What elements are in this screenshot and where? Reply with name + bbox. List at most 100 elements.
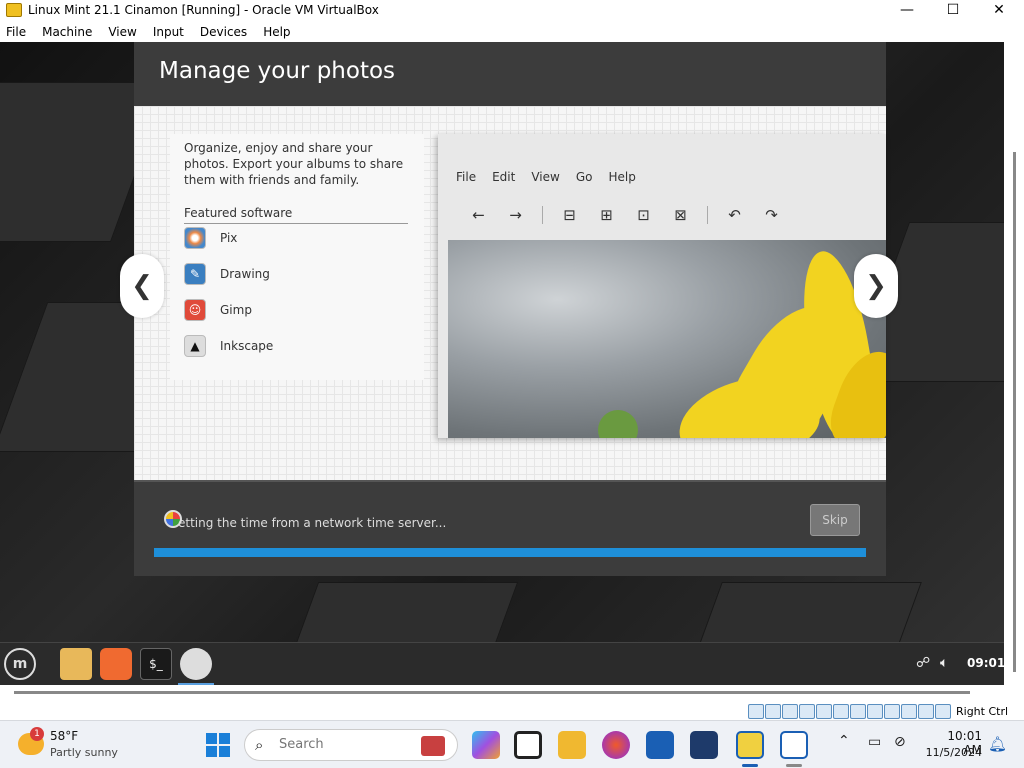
preview-menu-help: Help <box>608 170 636 184</box>
install-status-text: etting the time from a network time serv… <box>178 516 447 530</box>
host-key-label: Right Ctrl <box>956 705 1009 718</box>
weather-badge: 1 <box>30 727 44 741</box>
featured-software-label: Featured software <box>184 206 408 224</box>
installer-disc-icon[interactable] <box>180 648 212 680</box>
volume-icon[interactable]: 🔈︎ <box>940 655 948 671</box>
zoom-in-icon: ⊞ <box>600 206 613 224</box>
keyboard-icon[interactable] <box>935 704 951 719</box>
software-item-drawing[interactable]: ✎ Drawing <box>184 262 270 286</box>
software-label: Drawing <box>220 267 270 281</box>
mouse-integration-icon[interactable] <box>918 704 934 719</box>
progress-fill <box>154 548 866 557</box>
vm-display[interactable]: Manage your photos Organize, enjoy and s… <box>0 42 1004 685</box>
hard-disk-icon[interactable] <box>748 704 764 719</box>
network-adapter-icon[interactable] <box>799 704 815 719</box>
skip-button[interactable]: Skip <box>810 504 860 536</box>
display-icon[interactable] <box>850 704 866 719</box>
vertical-scrollbar[interactable] <box>1004 42 1024 685</box>
search-icon: ⌕ <box>255 736 264 754</box>
menu-help[interactable]: Help <box>263 25 290 39</box>
task-view-icon[interactable] <box>514 731 542 759</box>
search-input[interactable] <box>279 737 419 752</box>
dialog-header: Manage your photos <box>134 42 886 106</box>
software-label: Pix <box>220 231 238 245</box>
zoom-fit-icon: ⊠ <box>674 206 687 224</box>
notification-bell-icon[interactable]: 🔔︎ <box>988 735 1007 753</box>
scrollbar-thumb[interactable] <box>14 691 970 694</box>
host-menubar: File Machine View Input Devices Help <box>0 22 1024 42</box>
menu-input[interactable]: Input <box>153 25 184 39</box>
next-slide-button[interactable]: ❯ <box>854 254 898 318</box>
screen: Linux Mint 21.1 Cinamon [Running] - Orac… <box>0 0 1024 768</box>
store-icon[interactable] <box>646 731 674 759</box>
file-explorer-icon[interactable] <box>558 731 586 759</box>
copilot-icon[interactable] <box>472 731 500 759</box>
minimize-button[interactable]: — <box>884 0 930 20</box>
menu-devices[interactable]: Devices <box>200 25 247 39</box>
preview-menubar: File Edit View Go Help <box>456 170 652 184</box>
volume-mute-icon[interactable]: ⊘ <box>894 734 906 750</box>
vbox-statusbar: Right Ctrl <box>0 703 1024 720</box>
preview-photo-lily <box>448 240 886 438</box>
weather-condition[interactable]: Partly sunny <box>50 746 118 759</box>
inkscape-icon: ▲ <box>184 335 206 357</box>
optical-drive-icon[interactable] <box>765 704 781 719</box>
virtualbox-vm-icon[interactable] <box>736 731 764 759</box>
toolbar-separator <box>542 206 543 224</box>
chevron-up-icon[interactable]: ⌃ <box>838 733 850 749</box>
menu-machine[interactable]: Machine <box>42 25 92 39</box>
window-title: Linux Mint 21.1 Cinamon [Running] - Orac… <box>28 3 379 17</box>
preview-toolbar: ← → ⊟ ⊞ ⊡ ⊠ ↶ ↷ <box>460 206 790 224</box>
shared-folders-icon[interactable] <box>833 704 849 719</box>
vt-icon[interactable] <box>901 704 917 719</box>
start-button[interactable] <box>206 733 230 757</box>
windows-logo-icon <box>219 746 230 757</box>
maximize-button[interactable]: ☐ <box>930 0 976 20</box>
host-titlebar: Linux Mint 21.1 Cinamon [Running] - Orac… <box>0 0 1024 20</box>
weather-temp[interactable]: 58°F <box>50 729 78 743</box>
zoom-original-icon: ⊡ <box>637 206 650 224</box>
windows-logo-icon <box>206 746 217 757</box>
menu-view[interactable]: View <box>108 25 136 39</box>
cpu-icon[interactable] <box>884 704 900 719</box>
drawing-icon: ✎ <box>184 263 206 285</box>
close-button[interactable]: ✕ <box>976 0 1022 20</box>
mint-menu-button[interactable]: m <box>4 648 36 680</box>
software-label: Inkscape <box>220 339 274 353</box>
network-icon[interactable]: ▭ <box>868 734 881 750</box>
network-icon[interactable]: ☍ <box>916 655 930 671</box>
usb-icon[interactable] <box>816 704 832 719</box>
dialog-content: Organize, enjoy and share your photos. E… <box>120 106 898 480</box>
vbox-device-icons <box>748 704 952 719</box>
audio-icon[interactable] <box>782 704 798 719</box>
scrollbar-thumb[interactable] <box>1013 152 1016 672</box>
welcome-dialog: Manage your photos Organize, enjoy and s… <box>120 42 898 576</box>
software-item-pix[interactable]: Pix <box>184 226 237 250</box>
virtualbox-manager-icon[interactable] <box>690 731 718 759</box>
windows-logo-icon <box>219 733 230 744</box>
taskbar-date[interactable]: 11/5/2024 <box>920 746 982 759</box>
virtualbox-icon <box>6 3 22 17</box>
description-text: Organize, enjoy and share your photos. E… <box>184 141 404 187</box>
terminal-icon[interactable]: $_ <box>140 648 172 680</box>
menu-file[interactable]: File <box>6 25 26 39</box>
software-item-gimp[interactable]: ☺ Gimp <box>184 298 252 322</box>
mint-panel: m $_ ☍ 🔈︎ 09:01 <box>0 642 1004 685</box>
running-indicator <box>786 764 802 767</box>
software-item-inkscape[interactable]: ▲ Inkscape <box>184 334 273 358</box>
info-panel: Organize, enjoy and share your photos. E… <box>170 134 424 380</box>
windows-taskbar: 1 58°F Partly sunny ⌕ ⌃ ▭ ⊘ 10:01 AM 11/… <box>0 720 1024 768</box>
forward-arrow-icon: → <box>509 206 522 224</box>
firefox-icon[interactable] <box>602 731 630 759</box>
preview-menu-file: File <box>456 170 477 184</box>
previous-slide-button[interactable]: ❮ <box>120 254 164 318</box>
recording-icon[interactable] <box>867 704 883 719</box>
horizontal-scrollbar[interactable] <box>0 685 1004 703</box>
firefox-icon[interactable] <box>100 648 132 680</box>
app-preview: File Edit View Go Help ← → ⊟ ⊞ ⊡ ⊠ ↶ ↷ <box>438 134 886 438</box>
rdp-window-icon[interactable] <box>780 731 808 759</box>
taskbar-search[interactable]: ⌕ <box>244 729 458 761</box>
install-progress-bar <box>154 548 866 557</box>
mint-clock[interactable]: 09:01 <box>967 656 1004 670</box>
files-folder-icon[interactable] <box>60 648 92 680</box>
